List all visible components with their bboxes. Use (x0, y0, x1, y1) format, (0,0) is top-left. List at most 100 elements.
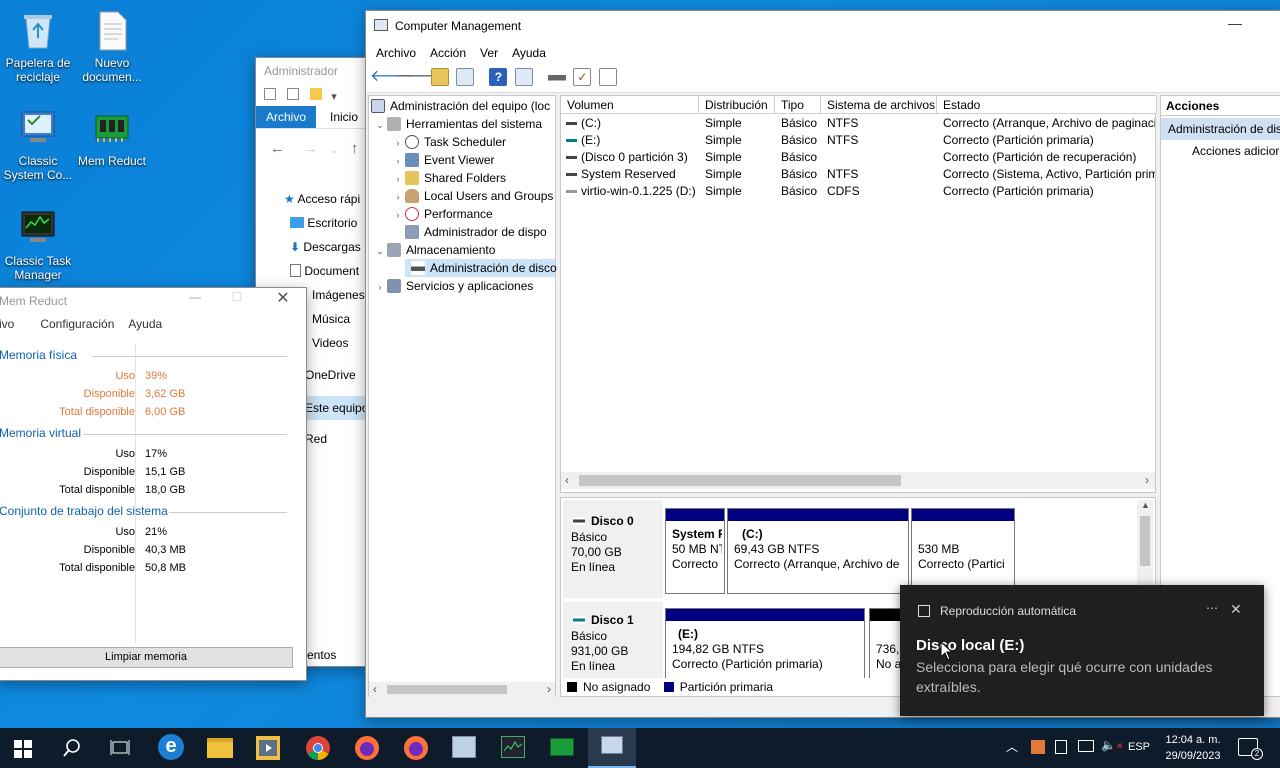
chevron-down-icon[interactable]: ⌄ (373, 242, 387, 260)
minimize-button[interactable]: — (185, 290, 205, 304)
tree-item-services-apps[interactable]: › Servicios y aplicaciones (373, 277, 533, 295)
desktop-icon-classic-control-panel[interactable]: Classic System Co... (0, 106, 76, 182)
column-header-distribucion[interactable]: Distribución (699, 96, 775, 114)
volume-row[interactable]: (Disco 0 partición 3) Simple Básico Correct… (561, 149, 1155, 166)
mem-reduct-window[interactable]: Mem Reduct — ☐ ✕ ivo Configuración Ayuda M… (0, 287, 307, 681)
chevron-left-icon[interactable]: ‹ (373, 682, 377, 696)
nav-item-network[interactable]: Red (305, 432, 327, 446)
start-button[interactable] (14, 740, 32, 758)
chevron-right-icon[interactable]: › (373, 278, 387, 296)
firefox-icon[interactable] (354, 735, 380, 761)
chevron-right-icon[interactable]: › (391, 170, 405, 188)
menu-configuracion[interactable]: Configuración (33, 317, 121, 331)
volume-muted-icon[interactable]: 🔈✕ (1101, 738, 1124, 752)
column-header-sistema[interactable]: Sistema de archivos (821, 96, 937, 114)
chevron-left-icon[interactable]: ‹ (565, 473, 569, 487)
tree-horizontal-scrollbar[interactable]: ‹ › (369, 682, 555, 697)
computer-management-taskbar-button[interactable] (588, 728, 636, 768)
media-player-icon[interactable] (256, 736, 280, 760)
task-manager-icon[interactable] (501, 736, 525, 758)
disk-1-info[interactable]: Disco 1 Básico 931,00 GB En línea (563, 602, 663, 678)
tray-app-icon[interactable] (1031, 740, 1045, 754)
firefox-icon[interactable] (403, 735, 429, 761)
chevron-down-icon[interactable]: ⌄ (373, 116, 387, 134)
menu-accion[interactable]: Acción (423, 46, 473, 60)
nav-item-quick-access[interactable]: ★ Acceso rápi (284, 192, 360, 206)
nav-item-this-pc[interactable]: Este equipo (305, 396, 371, 420)
chevron-right-icon[interactable]: › (391, 152, 405, 170)
volume-row[interactable]: virtio-win-0.1.225 (D:) Simple Básico CDFS C… (561, 183, 1155, 200)
tree-item-performance[interactable]: › Performance (391, 205, 493, 223)
chevron-right-icon[interactable]: › (391, 188, 405, 206)
volume-row[interactable]: (C:) Simple Básico NTFS Correcto (Arranque, … (561, 115, 1155, 132)
scrollbar-thumb[interactable] (1140, 516, 1150, 566)
search-icon[interactable] (62, 738, 82, 758)
back-arrow-icon[interactable]: ← (270, 140, 285, 157)
partition-system-reserved[interactable]: System F 50 MB NT Correcto (665, 508, 725, 594)
tree-item-computer-management[interactable]: Administración del equipo (loc (371, 97, 550, 115)
properties-icon[interactable] (264, 88, 276, 100)
column-header-estado[interactable]: Estado (937, 96, 1157, 114)
chrome-icon[interactable] (305, 735, 331, 761)
desktop-icon-mem-reduct[interactable]: Mem Reduct (74, 106, 150, 168)
nav-item-documents[interactable]: Document (290, 264, 359, 278)
tree-item-device-manager[interactable]: Administrador de dispo (391, 223, 547, 241)
column-header-volumen[interactable]: Volumen (561, 96, 699, 114)
properties-icon[interactable] (598, 68, 617, 86)
chevron-up-icon[interactable]: ▲ (1141, 500, 1150, 510)
chevron-right-icon[interactable]: › (547, 682, 551, 696)
disk-icon[interactable] (548, 68, 567, 86)
language-indicator[interactable]: ESP (1128, 741, 1150, 753)
checkmark-icon[interactable] (287, 88, 300, 100)
actions-more[interactable]: Acciones adicior (1192, 144, 1280, 158)
close-button[interactable]: ✕ (273, 288, 293, 308)
checklist-icon[interactable]: ✓ (573, 68, 592, 86)
nav-item-videos[interactable]: Videos (312, 336, 348, 350)
tree-item-system-tools[interactable]: ⌄ Herramientas del sistema (373, 115, 542, 133)
edge-browser-icon[interactable]: e (158, 734, 184, 760)
menu-archivo[interactable]: ivo (0, 317, 21, 331)
desktop-icon-classic-task-manager[interactable]: Classic Task Manager (0, 206, 76, 282)
desktop-icon-new-document[interactable]: Nuevo documen... (74, 8, 150, 84)
menu-ayuda[interactable]: Ayuda (505, 46, 553, 60)
memory-chip-icon[interactable] (550, 738, 574, 756)
chevron-right-icon[interactable]: › (391, 206, 405, 224)
nav-item-downloads[interactable]: ⬇ Descargas (290, 240, 361, 254)
chevron-down-icon[interactable]: ⌄ (330, 145, 338, 156)
partition-recovery[interactable]: 530 MB Correcto (Partici (911, 508, 1015, 594)
up-arrow-icon[interactable]: ↑ (351, 140, 359, 157)
scrollbar-thumb[interactable] (579, 475, 901, 486)
nav-item-music[interactable]: Música (312, 312, 350, 326)
tree-item-disk-management[interactable]: Administración de disco (405, 259, 557, 277)
scrollbar-thumb[interactable] (387, 685, 507, 694)
tree-item-local-users[interactable]: › Local Users and Groups (391, 187, 553, 205)
clock[interactable]: 12:04 a. m. 29/09/2023 (1158, 732, 1228, 764)
chevron-right-icon[interactable]: › (1145, 473, 1149, 487)
tray-device-icon[interactable] (1055, 740, 1067, 754)
partition-c[interactable]: (C:) 69,43 GB NTFS Correcto (Arranque, Arc… (727, 508, 909, 594)
volume-row[interactable]: (E:) Simple Básico NTFS Correcto (Partición … (561, 132, 1155, 149)
tree-item-shared-folders[interactable]: › Shared Folders (391, 169, 506, 187)
maximize-button[interactable]: ☐ (227, 290, 247, 304)
forward-arrow-icon[interactable]: 🡒 (395, 68, 438, 86)
nav-item-desktop[interactable]: Escritorio (290, 216, 357, 230)
partition-e[interactable]: (E:) 194,82 GB NTFS Correcto (Partición pr… (665, 608, 865, 678)
tree-item-storage[interactable]: ⌄ Almacenamiento (373, 241, 495, 259)
folder-icon[interactable] (310, 88, 323, 100)
forward-arrow-icon[interactable]: → (303, 140, 318, 157)
minimize-button[interactable]: — (1228, 15, 1248, 31)
tray-overflow-icon[interactable]: ︿ (1006, 738, 1018, 755)
nav-item-onedrive[interactable]: OneDrive (305, 368, 356, 382)
chevron-right-icon[interactable]: › (391, 134, 405, 152)
close-icon[interactable]: ✕ (1230, 601, 1242, 618)
chevron-down-icon[interactable]: ▾ (331, 91, 337, 103)
tree-item-event-viewer[interactable]: › Event Viewer (391, 151, 494, 169)
tab-inicio[interactable]: Inicio (322, 106, 366, 128)
tree-item-task-scheduler[interactable]: › Task Scheduler (391, 133, 506, 151)
volume-row[interactable]: System Reserved Simple Básico NTFS Correcto … (561, 166, 1155, 183)
desktop-icon-recycle-bin[interactable]: Papelera de reciclaje (0, 8, 76, 84)
view-icon[interactable] (514, 68, 533, 86)
nav-item-pictures[interactable]: Imágenes (312, 288, 365, 302)
back-arrow-icon[interactable]: 🡐 (370, 68, 413, 86)
control-panel-icon[interactable] (452, 736, 476, 758)
